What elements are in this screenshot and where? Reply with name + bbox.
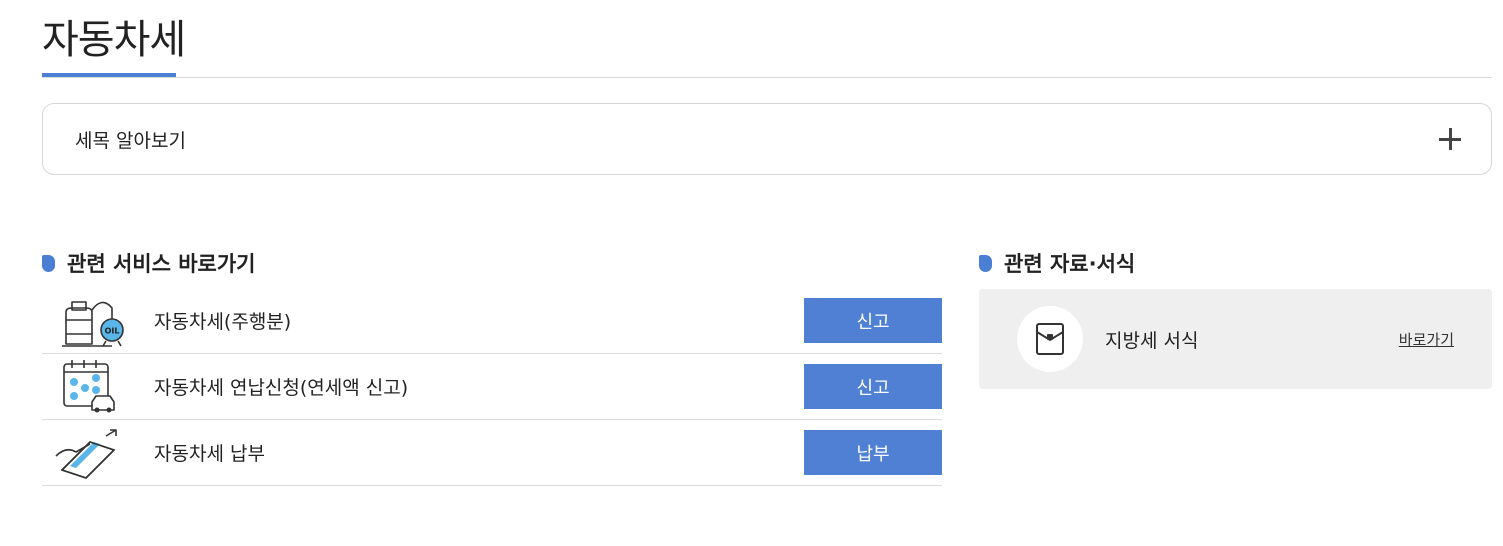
service-row-annual: 자동차세 연납신청(연세액 신고) 신고 — [42, 354, 942, 420]
calendar-car-icon — [63, 359, 115, 412]
document-folder-icon — [1036, 323, 1064, 355]
service-list: OIL 자동차세(주행분) 신고 자동차세 연납신청(연세액 신고) 신고 자동… — [42, 288, 942, 486]
bullet-icon — [42, 254, 55, 272]
related-forms-box: 지방세 서식 바로가기 — [979, 289, 1492, 389]
related-services-title: 관련 서비스 바로가기 — [67, 252, 256, 276]
report-button[interactable]: 신고 — [804, 298, 942, 343]
card-payment-icon — [55, 428, 117, 479]
service-row-payment: 자동차세 납부 납부 — [42, 420, 942, 486]
pay-button[interactable]: 납부 — [804, 430, 942, 475]
related-forms-heading: 관련 자료·서식 — [979, 248, 1135, 278]
title-underline — [42, 73, 176, 77]
service-label: 자동차세 연납신청(연세액 신고) — [154, 377, 409, 399]
report-button[interactable]: 신고 — [804, 364, 942, 409]
title-divider — [42, 77, 1492, 78]
svg-text:OIL: OIL — [105, 326, 120, 335]
forms-label: 지방세 서식 — [1105, 329, 1199, 352]
accordion-label: 세목 알아보기 — [75, 129, 186, 152]
service-label: 자동차세 납부 — [154, 443, 265, 465]
page-title: 자동차세 — [42, 17, 186, 63]
forms-shortcut-link[interactable]: 바로가기 — [1399, 329, 1454, 350]
plus-icon[interactable] — [1439, 128, 1461, 150]
bullet-icon — [979, 254, 992, 272]
related-services-heading: 관련 서비스 바로가기 — [42, 248, 256, 278]
forms-icon-circle — [1017, 306, 1083, 372]
service-label: 자동차세(주행분) — [154, 311, 292, 333]
oil-tank-icon: OIL — [62, 300, 124, 347]
related-forms-title: 관련 자료·서식 — [1004, 252, 1136, 276]
tax-info-accordion[interactable]: 세목 알아보기 — [42, 103, 1492, 175]
service-row-driving: OIL 자동차세(주행분) 신고 — [42, 288, 942, 354]
